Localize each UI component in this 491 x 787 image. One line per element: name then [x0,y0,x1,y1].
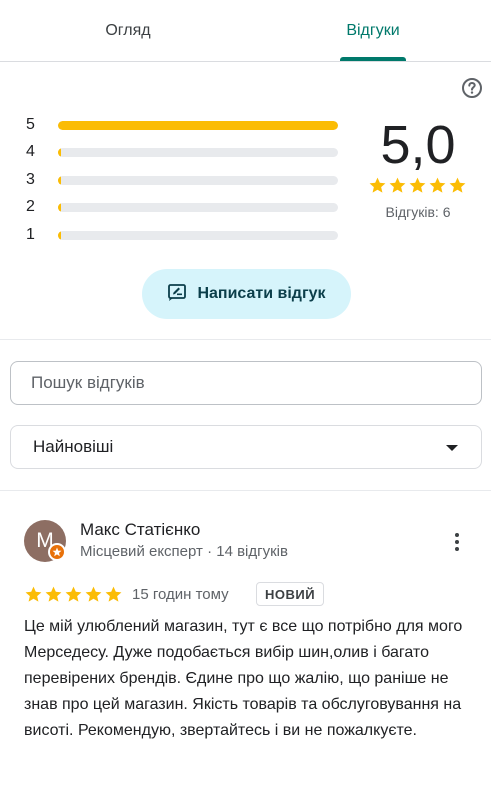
review-stars [24,585,123,604]
histogram-label: 1 [26,226,35,243]
tab-reviews[interactable]: Відгуки [325,0,421,62]
review-count: Відгуків: 6 [385,204,451,220]
local-guide-icon [48,543,66,561]
histogram-bar-fill [58,203,61,212]
review-time: 15 годин тому [132,586,229,603]
sort-selected-value: Найновіші [33,437,114,456]
active-tab-indicator [340,57,406,61]
star-icon [369,177,386,193]
dropdown-arrow-icon [445,437,459,457]
section-divider [0,339,491,340]
histogram-label: 3 [26,171,35,188]
reviewer-name[interactable]: Макс Статієнко [80,520,200,540]
write-review-button[interactable]: Написати відгук [142,269,351,319]
search-input[interactable] [31,373,461,393]
star-icon [25,586,42,602]
star-icon [389,177,406,193]
write-review-label: Написати відгук [197,285,326,302]
edit-review-icon [167,282,187,307]
histogram-bar-fill [58,148,61,157]
histogram-bar-fill [58,231,61,240]
histogram-bar-fill [58,176,61,185]
help-icon[interactable] [461,77,483,99]
histogram-label: 5 [26,116,35,133]
histogram-bar [58,231,338,240]
average-rating: 5,0 [380,115,456,175]
histogram-bar [58,121,338,130]
new-badge: НОВИЙ [256,582,325,606]
star-icon [105,586,122,602]
reviewer-meta[interactable]: Місцевий експерт · 14 відгуків [80,543,288,560]
tab-overview[interactable]: Огляд [60,0,196,62]
star-icon [65,586,82,602]
histogram-bar [58,176,338,185]
tab-bar: Огляд Відгуки [0,0,491,62]
average-stars [368,176,467,195]
more-vert-icon[interactable] [446,531,468,553]
star-icon [85,586,102,602]
review-text: Це мій улюблений магазин, тут є все що п… [24,618,463,739]
histogram-bar [58,203,338,212]
star-icon [409,177,426,193]
star-icon [429,177,446,193]
section-divider [0,490,491,491]
star-icon [45,586,62,602]
star-icon [449,177,466,193]
histogram-bar-fill [58,121,338,130]
histogram-label: 2 [26,198,35,215]
sort-dropdown[interactable]: Найновіші [10,425,482,469]
search-reviews-box[interactable] [10,361,482,405]
histogram-bar [58,148,338,157]
histogram-label: 4 [26,143,35,160]
